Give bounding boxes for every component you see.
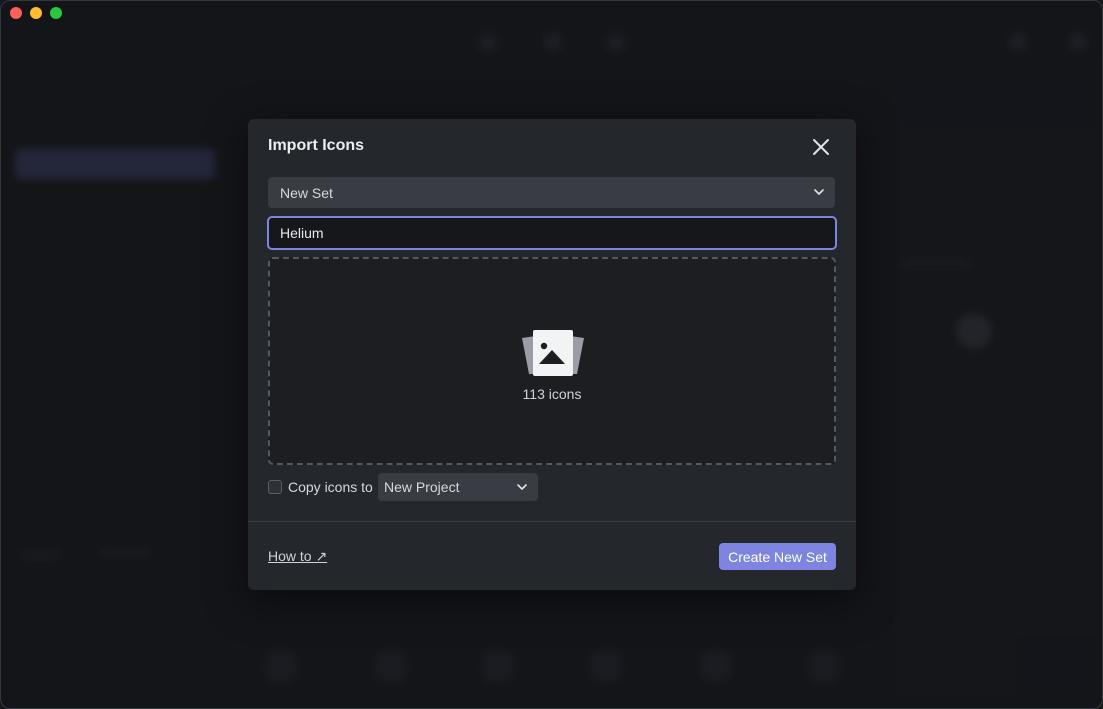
create-new-set-button[interactable]: Create New Set (719, 543, 836, 570)
app-window: Import Icons New Set 113 icons (0, 0, 1103, 709)
copy-icons-checkbox[interactable] (268, 480, 282, 494)
icon-set-select-value: New Set (280, 184, 333, 201)
zoom-window-button[interactable] (50, 7, 62, 19)
image-stack-icon (522, 330, 584, 376)
dialog-title: Import Icons (268, 137, 365, 154)
chevron-down-icon (814, 189, 824, 195)
import-icons-dialog: Import Icons New Set 113 icons (248, 119, 856, 590)
project-select-value: New Project (384, 479, 460, 495)
chevron-down-icon (517, 484, 527, 490)
icon-count-label: 113 icons (522, 386, 582, 402)
close-icon (813, 139, 829, 155)
dialog-divider (248, 521, 856, 522)
minimize-window-button[interactable] (30, 7, 42, 19)
icon-dropzone[interactable]: 113 icons (268, 257, 836, 465)
close-button[interactable] (810, 136, 832, 158)
copy-icons-row: Copy icons to (268, 473, 373, 501)
close-window-button[interactable] (10, 7, 22, 19)
how-to-link[interactable]: How to ↗ (268, 548, 327, 565)
project-select[interactable]: New Project (378, 473, 538, 501)
icon-set-select[interactable]: New Set (268, 177, 835, 208)
copy-icons-label: Copy icons to (288, 479, 373, 495)
window-controls (10, 7, 62, 19)
set-name-input[interactable] (267, 216, 837, 250)
